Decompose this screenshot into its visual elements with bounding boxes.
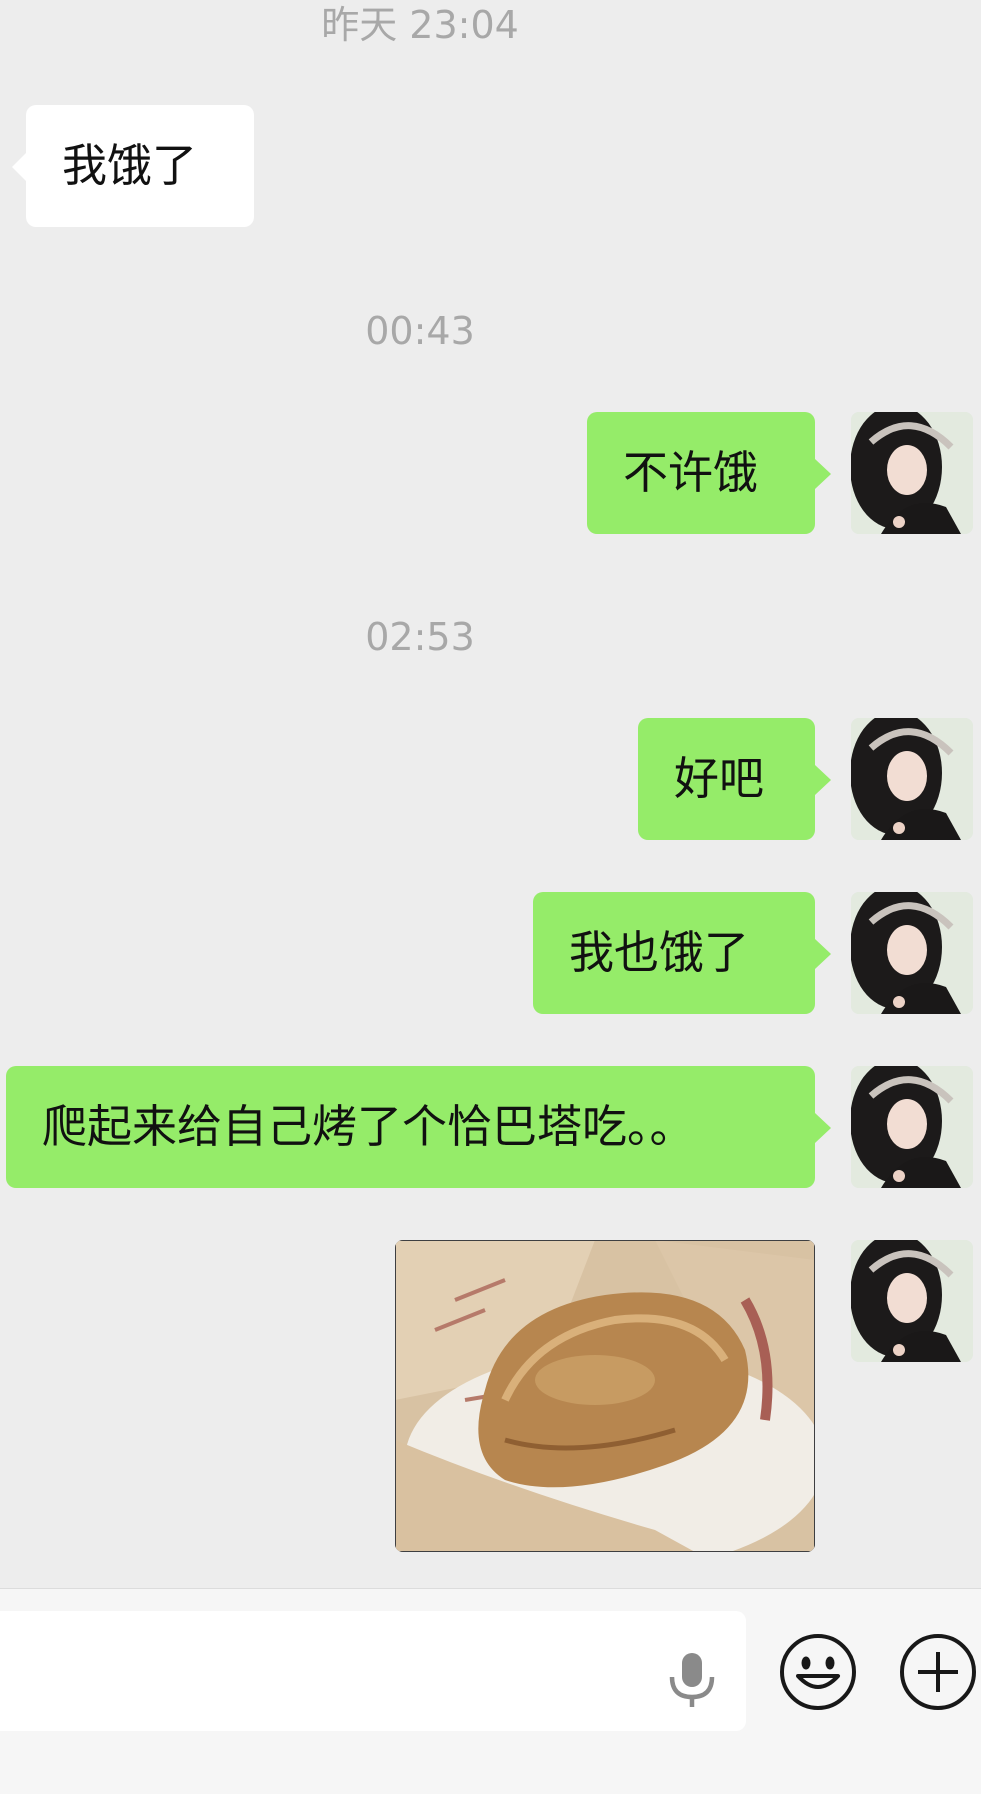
plus-circle-icon[interactable] bbox=[898, 1632, 978, 1712]
avatar[interactable] bbox=[851, 412, 973, 534]
avatar[interactable] bbox=[851, 1240, 973, 1362]
ciabatta-photo bbox=[395, 1240, 815, 1552]
message-input-container[interactable] bbox=[0, 1611, 746, 1733]
chat-message-list[interactable]: 昨天 23:04 我饿了 00:43 不许饿 02:53 好吧 我也饿了 爬起来… bbox=[0, 0, 981, 1588]
smiley-face-icon[interactable] bbox=[778, 1632, 858, 1712]
outgoing-message-bubble[interactable]: 爬起来给自己烤了个恰巴塔吃。。 bbox=[6, 1066, 831, 1188]
avatar-image bbox=[851, 1066, 973, 1188]
avatar-image bbox=[851, 1240, 973, 1362]
outgoing-message-bubble[interactable]: 好吧 bbox=[638, 718, 831, 840]
message-text: 不许饿 bbox=[623, 446, 759, 499]
message-text: 我饿了 bbox=[62, 139, 198, 192]
timestamp-yesterday: 昨天 23:04 bbox=[321, 3, 519, 47]
incoming-message-bubble[interactable]: 我饿了 bbox=[12, 105, 254, 227]
microphone-icon[interactable] bbox=[666, 1649, 718, 1709]
avatar-image bbox=[851, 718, 973, 840]
message-text: 爬起来给自己烤了个恰巴塔吃。。 bbox=[42, 1100, 695, 1153]
timestamp: 00:43 bbox=[365, 309, 475, 353]
avatar[interactable] bbox=[851, 718, 973, 840]
outgoing-message-bubble[interactable]: 我也饿了 bbox=[533, 892, 831, 1014]
image-message[interactable] bbox=[395, 1240, 815, 1552]
avatar-image bbox=[851, 892, 973, 1014]
timestamp: 02:53 bbox=[365, 615, 475, 659]
message-text: 我也饿了 bbox=[569, 926, 750, 979]
message-input[interactable] bbox=[20, 1611, 644, 1733]
avatar[interactable] bbox=[851, 892, 973, 1014]
outgoing-message-bubble[interactable]: 不许饿 bbox=[587, 412, 831, 534]
avatar-image bbox=[851, 412, 973, 534]
message-text: 好吧 bbox=[674, 752, 765, 805]
avatar[interactable] bbox=[851, 1066, 973, 1188]
